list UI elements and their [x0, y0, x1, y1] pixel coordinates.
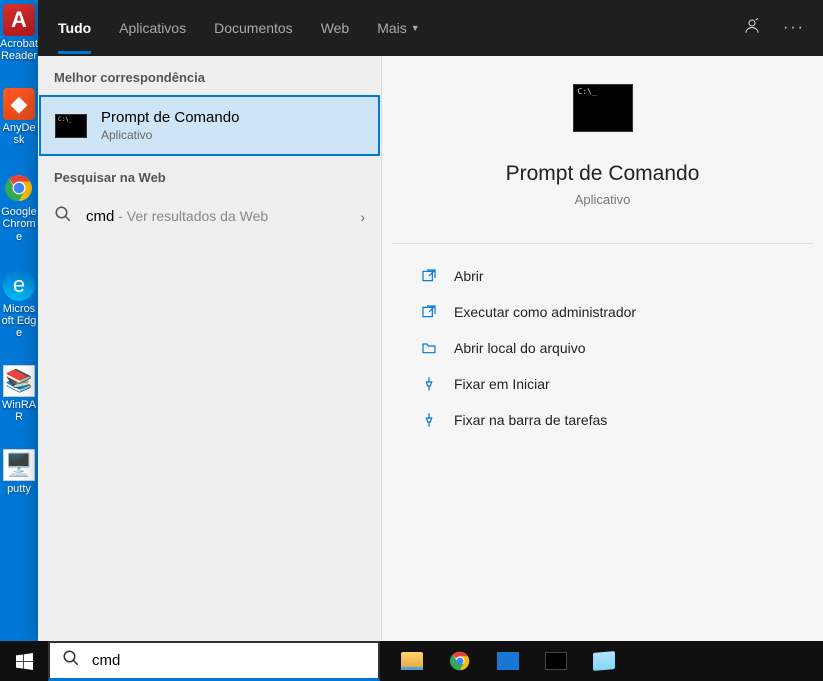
best-match-header: Melhor correspondência — [38, 56, 381, 95]
desktop-icon-putty[interactable]: 🖥️ putty — [0, 445, 38, 499]
web-query-text: cmd - Ver resultados da Web — [86, 208, 268, 226]
desktop-icon-label: AnyDesk — [0, 122, 38, 146]
desktop-icon-acrobat[interactable]: A Acrobat Reader — [0, 0, 38, 66]
file-explorer-icon — [401, 652, 423, 670]
taskbar — [0, 641, 823, 681]
chevron-right-icon: › — [360, 209, 365, 225]
preview-cmd-icon — [573, 84, 633, 132]
putty-icon: 🖥️ — [3, 449, 35, 481]
acrobat-icon: A — [3, 4, 35, 36]
best-match-title: Prompt de Comando — [101, 109, 239, 126]
winrar-icon: 📚 — [3, 365, 35, 397]
preview-actions: Abrir Executar como administrador Abrir … — [392, 243, 813, 436]
pin-icon — [420, 375, 438, 393]
search-panel: Tudo Aplicativos Documentos Web Mais ▼ ·… — [38, 0, 823, 641]
tab-tudo[interactable]: Tudo — [58, 2, 91, 54]
desktop-icon-column: A Acrobat Reader ◆ AnyDesk Google Chrome… — [0, 0, 38, 499]
action-pin-taskbar[interactable]: Fixar na barra de tarefas — [414, 404, 791, 436]
taskbar-apps — [388, 641, 628, 681]
preview-column: Prompt de Comando Aplicativo Abrir Execu… — [382, 56, 823, 641]
cmd-icon — [545, 652, 567, 670]
chrome-icon — [450, 651, 470, 671]
action-label: Executar como administrador — [454, 304, 636, 320]
open-icon — [420, 267, 438, 285]
desktop-icon-label: Microsoft Edge — [0, 303, 38, 339]
desktop-icon-chrome[interactable]: Google Chrome — [0, 168, 38, 246]
tab-aplicativos[interactable]: Aplicativos — [119, 2, 186, 54]
action-label: Fixar em Iniciar — [454, 376, 550, 392]
preview-title: Prompt de Comando — [506, 162, 700, 186]
search-icon — [54, 205, 72, 228]
action-open-location[interactable]: Abrir local do arquivo — [414, 332, 791, 364]
results-column: Melhor correspondência Prompt de Comando… — [38, 56, 382, 641]
tab-right-actions: ··· — [743, 17, 805, 40]
feedback-icon[interactable] — [743, 17, 761, 40]
best-match-item[interactable]: Prompt de Comando Aplicativo — [39, 95, 380, 156]
web-hint: - Ver resultados da Web — [114, 208, 268, 224]
taskbar-notes[interactable] — [580, 641, 628, 681]
desktop-icon-edge[interactable]: e Microsoft Edge — [0, 265, 38, 343]
action-open[interactable]: Abrir — [414, 260, 791, 292]
desktop-icon-anydesk[interactable]: ◆ AnyDesk — [0, 84, 38, 150]
preview-subtitle: Aplicativo — [575, 192, 631, 207]
search-body: Melhor correspondência Prompt de Comando… — [38, 56, 823, 641]
search-icon — [62, 649, 80, 672]
tab-label: Mais — [377, 20, 407, 36]
cmd-icon — [55, 114, 87, 138]
tab-mais[interactable]: Mais ▼ — [377, 2, 419, 54]
taskbar-explorer[interactable] — [388, 641, 436, 681]
tab-documentos[interactable]: Documentos — [214, 2, 293, 54]
windows-icon — [16, 653, 33, 670]
taskbar-search[interactable] — [48, 641, 380, 681]
edge-icon: e — [3, 269, 35, 301]
tab-web[interactable]: Web — [321, 2, 350, 54]
desktop-icon-label: Acrobat Reader — [0, 38, 38, 62]
action-run-admin[interactable]: Executar como administrador — [414, 296, 791, 328]
best-match-text: Prompt de Comando Aplicativo — [101, 109, 239, 142]
taskbar-chrome[interactable] — [436, 641, 484, 681]
folder-icon — [420, 339, 438, 357]
notepad-icon — [593, 651, 615, 671]
chrome-icon — [3, 172, 35, 204]
more-options-icon[interactable]: ··· — [783, 19, 805, 37]
action-pin-start[interactable]: Fixar em Iniciar — [414, 368, 791, 400]
desktop-icon-label: Google Chrome — [0, 206, 38, 242]
desktop-icon-label: putty — [7, 483, 31, 495]
desktop: A Acrobat Reader ◆ AnyDesk Google Chrome… — [0, 0, 823, 641]
taskbar-cmd[interactable] — [532, 641, 580, 681]
web-search-header: Pesquisar na Web — [38, 156, 381, 195]
action-label: Abrir — [454, 268, 484, 284]
action-label: Abrir local do arquivo — [454, 340, 586, 356]
start-button[interactable] — [0, 641, 48, 681]
taskbar-winapp[interactable] — [484, 641, 532, 681]
search-input[interactable] — [92, 652, 366, 669]
web-search-item[interactable]: cmd - Ver resultados da Web › — [38, 195, 381, 238]
action-label: Fixar na barra de tarefas — [454, 412, 607, 428]
admin-icon — [420, 303, 438, 321]
best-match-subtitle: Aplicativo — [101, 128, 239, 142]
search-tabs: Tudo Aplicativos Documentos Web Mais ▼ ·… — [38, 0, 823, 56]
desktop-icon-winrar[interactable]: 📚 WinRAR — [0, 361, 38, 427]
anydesk-icon: ◆ — [3, 88, 35, 120]
web-query: cmd — [86, 208, 114, 225]
pin-icon — [420, 411, 438, 429]
chevron-down-icon: ▼ — [411, 23, 420, 33]
desktop-icon-label: WinRAR — [0, 399, 38, 423]
windows-app-icon — [497, 652, 519, 670]
